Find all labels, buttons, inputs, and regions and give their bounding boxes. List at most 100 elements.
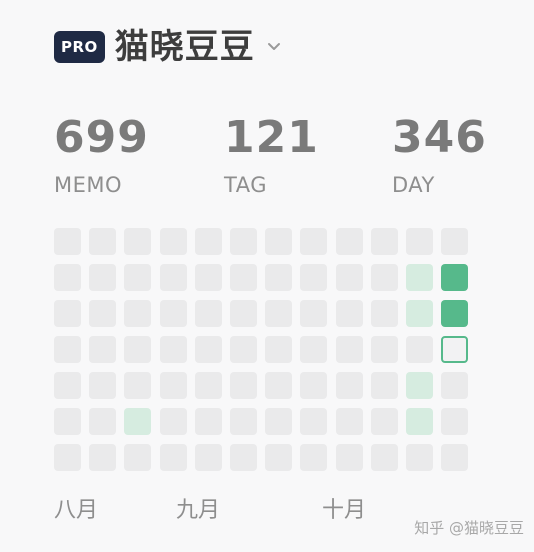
heatmap-cell[interactable] [160, 372, 187, 399]
heatmap-cell[interactable] [195, 336, 222, 363]
heatmap-cell[interactable] [371, 264, 398, 291]
heatmap-cell[interactable] [336, 372, 363, 399]
heatmap-cell[interactable] [406, 372, 433, 399]
heatmap-cell[interactable] [230, 408, 257, 435]
heatmap-cell[interactable] [406, 408, 433, 435]
heatmap-cell[interactable] [371, 372, 398, 399]
heatmap-cell[interactable] [300, 336, 327, 363]
heatmap-cell[interactable] [441, 444, 468, 471]
heatmap-cell[interactable] [371, 408, 398, 435]
heatmap-cell[interactable] [441, 300, 468, 327]
heatmap-cell[interactable] [265, 372, 292, 399]
heatmap-cell[interactable] [230, 300, 257, 327]
heatmap-cell[interactable] [124, 300, 151, 327]
profile-header[interactable]: PRO 猫晓豆豆 [54, 29, 281, 65]
heatmap-cell[interactable] [371, 444, 398, 471]
heatmap-cell[interactable] [160, 300, 187, 327]
heatmap-cell[interactable] [441, 372, 468, 399]
stat-day-label: DAY [392, 173, 435, 197]
heatmap-cell[interactable] [124, 336, 151, 363]
heatmap-cell[interactable] [160, 228, 187, 255]
heatmap-cell[interactable] [124, 264, 151, 291]
heatmap-cell[interactable] [441, 228, 468, 255]
heatmap-cell[interactable] [160, 336, 187, 363]
activity-heatmap [54, 228, 472, 474]
heatmap-cell[interactable] [265, 264, 292, 291]
watermark: 知乎 @猫晓豆豆 [414, 519, 524, 537]
heatmap-cell[interactable] [336, 444, 363, 471]
heatmap-cell[interactable] [336, 300, 363, 327]
heatmap-cell[interactable] [406, 336, 433, 363]
heatmap-cell[interactable] [195, 408, 222, 435]
heatmap-cell[interactable] [300, 372, 327, 399]
username[interactable]: 猫晓豆豆 [115, 29, 255, 65]
heatmap-cell[interactable] [300, 444, 327, 471]
stat-tag-label: TAG [224, 173, 267, 197]
heatmap-cell[interactable] [230, 264, 257, 291]
heatmap-cell[interactable] [265, 408, 292, 435]
heatmap-cell[interactable] [54, 264, 81, 291]
heatmap-cell[interactable] [54, 228, 81, 255]
heatmap-cell[interactable] [89, 372, 116, 399]
heatmap-cell[interactable] [230, 336, 257, 363]
heatmap-cell[interactable] [89, 264, 116, 291]
heatmap-cell[interactable] [89, 300, 116, 327]
stat-day-value: 346 [392, 112, 487, 163]
heatmap-cell[interactable] [160, 408, 187, 435]
heatmap-cell[interactable] [54, 444, 81, 471]
stat-day[interactable]: 346 DAY [392, 112, 487, 198]
stat-memo-label: MEMO [54, 173, 123, 197]
heatmap-cell[interactable] [300, 408, 327, 435]
heatmap-cell[interactable] [89, 444, 116, 471]
stat-tag[interactable]: 121 TAG [224, 112, 319, 198]
heatmap-cell[interactable] [124, 372, 151, 399]
heatmap-cell[interactable] [406, 228, 433, 255]
heatmap-cell[interactable] [230, 372, 257, 399]
heatmap-cell[interactable] [54, 408, 81, 435]
heatmap-cell[interactable] [265, 300, 292, 327]
heatmap-cell[interactable] [336, 228, 363, 255]
heatmap-cell[interactable] [406, 444, 433, 471]
heatmap-cell[interactable] [54, 336, 81, 363]
heatmap-cell[interactable] [89, 408, 116, 435]
heatmap-cell[interactable] [54, 300, 81, 327]
heatmap-cell[interactable] [336, 408, 363, 435]
heatmap-cell[interactable] [124, 228, 151, 255]
heatmap-cell[interactable] [195, 228, 222, 255]
pro-badge: PRO [54, 31, 105, 63]
heatmap-cell[interactable] [230, 444, 257, 471]
heatmap-cell[interactable] [336, 336, 363, 363]
heatmap-cell[interactable] [371, 336, 398, 363]
heatmap-cell[interactable] [265, 336, 292, 363]
heatmap-cell[interactable] [160, 444, 187, 471]
heatmap-cell[interactable] [265, 228, 292, 255]
heatmap-cell[interactable] [371, 300, 398, 327]
heatmap-cell[interactable] [265, 444, 292, 471]
chevron-down-icon[interactable] [267, 40, 281, 54]
heatmap-cell[interactable] [124, 408, 151, 435]
heatmap-cell[interactable] [160, 264, 187, 291]
heatmap-cell[interactable] [89, 336, 116, 363]
heatmap-cell[interactable] [230, 228, 257, 255]
heatmap-cell[interactable] [441, 336, 468, 363]
heatmap-cell[interactable] [336, 264, 363, 291]
heatmap-cell[interactable] [195, 444, 222, 471]
heatmap-cell[interactable] [441, 264, 468, 291]
month-label-aug: 八月 [54, 498, 99, 523]
heatmap-cell[interactable] [195, 264, 222, 291]
heatmap-cell[interactable] [54, 372, 81, 399]
heatmap-cell[interactable] [195, 300, 222, 327]
heatmap-cell[interactable] [406, 300, 433, 327]
heatmap-cell[interactable] [441, 408, 468, 435]
heatmap-cell[interactable] [300, 264, 327, 291]
heatmap-cell[interactable] [406, 264, 433, 291]
heatmap-cell[interactable] [300, 300, 327, 327]
stat-memo[interactable]: 699 MEMO [54, 112, 149, 198]
heatmap-cell[interactable] [124, 444, 151, 471]
heatmap-cell[interactable] [89, 228, 116, 255]
month-label-oct: 十月 [322, 498, 367, 523]
heatmap-cell[interactable] [371, 228, 398, 255]
heatmap-cell[interactable] [300, 228, 327, 255]
stat-memo-value: 699 [54, 112, 149, 163]
heatmap-cell[interactable] [195, 372, 222, 399]
